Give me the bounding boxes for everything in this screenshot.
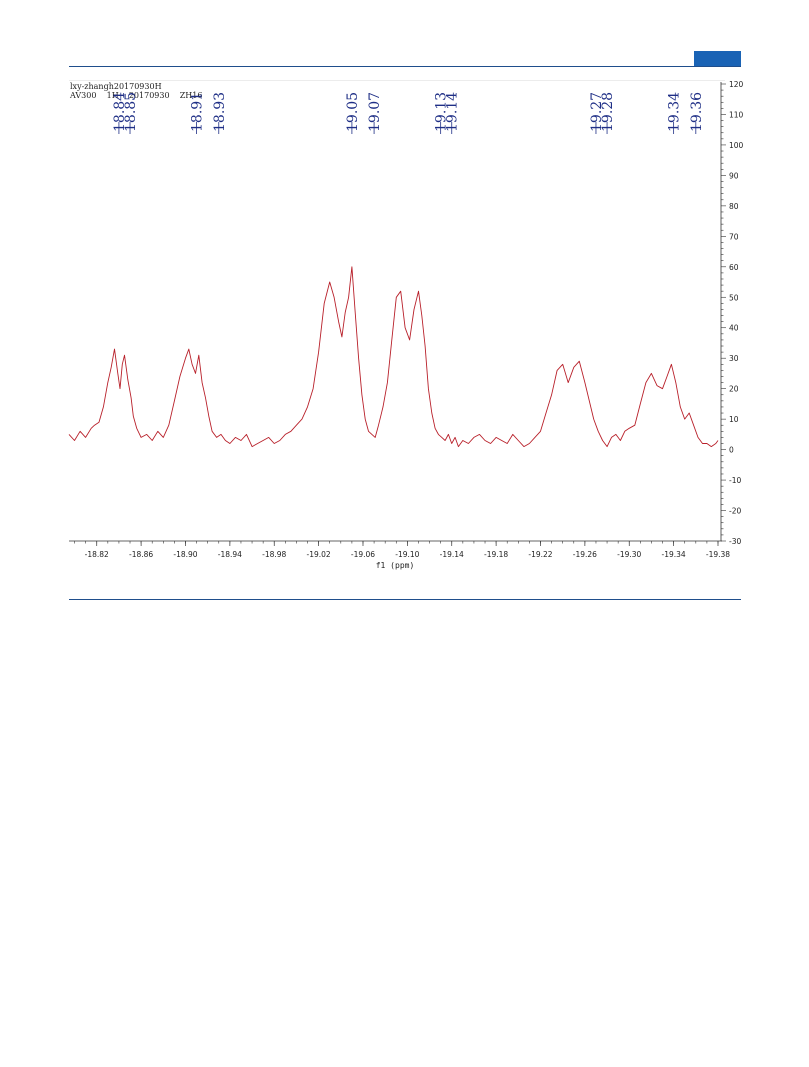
y-tick-label: 0 <box>729 446 734 455</box>
x-tick-label: -19.26 <box>573 550 597 559</box>
y-tick-label: 100 <box>729 141 744 150</box>
y-tick-label: -20 <box>729 507 741 516</box>
spectrum-line <box>68 266 719 448</box>
peak-label: 18.85 <box>123 92 139 132</box>
nmr-spectrum-chart: 18.8418.85 18.91 18.93 19.05 19.07 19.1319.14… <box>68 80 744 570</box>
y-tick-label: 90 <box>729 171 739 180</box>
peak-label: 19.07 <box>367 92 383 132</box>
y-tick-label: 20 <box>729 385 739 394</box>
y-tick-label: 30 <box>729 354 739 363</box>
x-tick-label: -18.82 <box>85 550 109 559</box>
x-tick-label: -19.14 <box>440 550 464 559</box>
y-tick-label: 110 <box>729 110 744 119</box>
peak-label-text: 19.05 <box>345 92 361 132</box>
peak-label: 19.14 <box>445 92 461 132</box>
x-tick-label: -19.34 <box>662 550 686 559</box>
peak-label-text: 19.14 <box>445 92 461 132</box>
peak-label: 19.28 <box>600 92 616 132</box>
y-tick-label: -30 <box>729 537 741 546</box>
peak-label-text: 19.07 <box>367 92 383 132</box>
x-tick-label: -18.86 <box>129 550 153 559</box>
peak-label: 18.91 <box>190 92 206 132</box>
peak-label-text: 18.85 <box>123 92 139 132</box>
y-tick-label: 120 <box>729 80 744 89</box>
y-tick-label: 50 <box>729 293 739 302</box>
x-tick-label: -18.98 <box>262 550 286 559</box>
y-tick-label: 10 <box>729 415 739 424</box>
y-tick-label: 40 <box>729 324 739 333</box>
x-tick-label: -19.38 <box>706 550 730 559</box>
peak-label-text: 19.34 <box>667 92 683 132</box>
y-tick-label: 60 <box>729 263 739 272</box>
peak-label: 19.36 <box>689 92 705 132</box>
peak-label: 18.93 <box>212 92 228 132</box>
peak-label-text: 19.36 <box>689 92 705 132</box>
x-tick-label: -19.10 <box>395 550 419 559</box>
y-tick-label: -10 <box>729 476 741 485</box>
x-axis-title: f1 (ppm) <box>376 561 415 570</box>
x-tick-label: -19.18 <box>484 550 508 559</box>
y-tick-label: 70 <box>729 232 739 241</box>
peak-label-layer: 18.8418.85 18.91 18.93 19.05 19.07 19.1319.14… <box>112 92 705 134</box>
series-layer <box>68 266 719 448</box>
x-tick-label: -19.06 <box>351 550 375 559</box>
x-axis: -18.82 -18.86 -18.90 -18.94 -18.98 -19.02 -19.… <box>69 540 730 559</box>
y-tick-label: 80 <box>729 202 739 211</box>
peak-label: 19.34 <box>667 92 683 132</box>
x-tick-label: -19.22 <box>528 550 552 559</box>
x-tick-label: -18.90 <box>173 550 197 559</box>
x-tick-label: -18.94 <box>218 550 242 559</box>
peak-label: 19.05 <box>345 92 361 132</box>
peak-label-text: 18.93 <box>212 92 228 132</box>
peak-label-text: 18.91 <box>190 92 206 132</box>
x-tick-label: -19.30 <box>617 550 641 559</box>
x-tick-label: -19.02 <box>307 550 331 559</box>
peak-label-text: 19.28 <box>600 92 616 132</box>
y-axis: 1201101009080706050403020100-10-20-30 <box>720 80 744 546</box>
